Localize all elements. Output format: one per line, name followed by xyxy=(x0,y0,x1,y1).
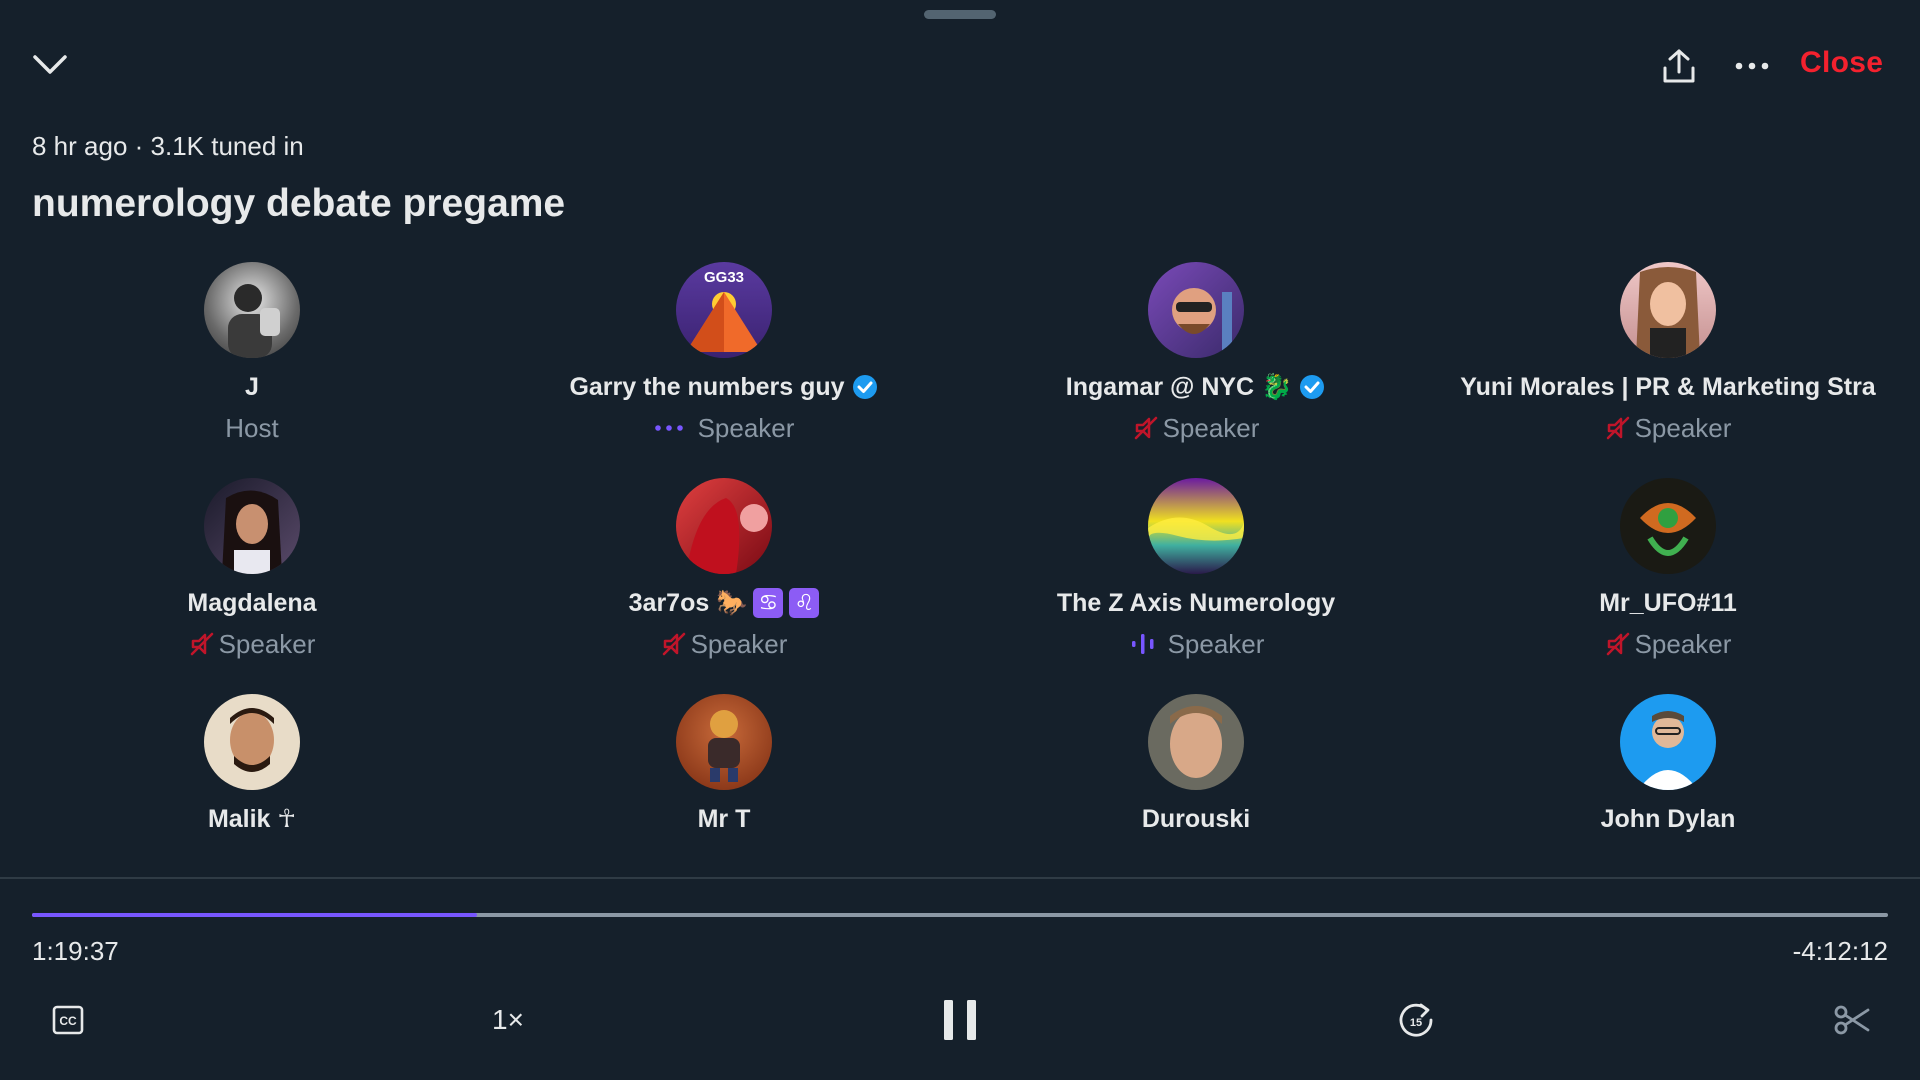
divider xyxy=(0,877,1920,879)
time-remaining: -4:12:12 xyxy=(1792,936,1888,966)
avatar xyxy=(204,262,300,358)
avatar xyxy=(1148,694,1244,790)
avatar: GG33 xyxy=(676,262,772,358)
avatar xyxy=(1148,262,1244,358)
more-dots-icon xyxy=(1735,62,1769,70)
participant-name: Ingamar @ NYC 🐉 xyxy=(1065,373,1293,401)
mic-muted-icon xyxy=(1606,416,1629,440)
participants-grid: J Host GG33 Garry the numbers guy Speake… xyxy=(0,262,1920,862)
participant-role: Speaker xyxy=(697,413,795,443)
avatar xyxy=(1148,478,1244,574)
participant-role: Speaker xyxy=(1167,629,1265,659)
participant-role: Speaker xyxy=(690,629,788,659)
speaking-wave-icon xyxy=(1131,634,1154,654)
svg-text:15: 15 xyxy=(1410,1017,1422,1029)
verified-badge-icon xyxy=(1300,375,1325,399)
participant-magdalena[interactable]: Magdalena Speaker xyxy=(16,478,488,678)
mic-muted-icon xyxy=(662,632,685,656)
zodiac-badge-cancer: ♋ xyxy=(753,588,784,618)
skip-forward-15-button[interactable]: 15 xyxy=(1390,994,1442,1046)
participant-garry[interactable]: GG33 Garry the numbers guy Speaker xyxy=(488,262,960,462)
captions-button[interactable]: CC xyxy=(44,996,92,1044)
participant-yuni[interactable]: Yuni Morales | PR & Marketing Stra Speak… xyxy=(1432,262,1904,462)
participant-name: John Dylan xyxy=(1600,805,1736,833)
closed-captions-icon: CC xyxy=(52,1005,84,1035)
participant-john-dylan[interactable]: John Dylan xyxy=(1432,694,1904,862)
participant-name: Yuni Morales | PR & Marketing Stra xyxy=(1460,373,1876,401)
participant-role: Speaker xyxy=(1634,629,1732,659)
chevron-down-icon xyxy=(33,55,67,74)
participant-name: Garry the numbers guy xyxy=(569,373,845,401)
top-bar: Close xyxy=(0,0,1920,130)
avatar xyxy=(204,694,300,790)
participant-z-axis[interactable]: The Z Axis Numerology Speaker xyxy=(960,478,1432,678)
avatar xyxy=(1620,694,1716,790)
participant-durouski[interactable]: Durouski xyxy=(960,694,1432,862)
more-options-button[interactable] xyxy=(1728,44,1776,88)
progress-scrubber[interactable] xyxy=(32,913,1888,917)
mic-muted-icon xyxy=(1134,416,1157,440)
scissors-icon xyxy=(1834,1005,1870,1035)
close-button[interactable]: Close xyxy=(1800,46,1883,80)
mic-muted-icon xyxy=(1606,632,1629,656)
participant-name: J xyxy=(245,373,259,401)
progress-fill xyxy=(32,913,478,917)
clip-button[interactable] xyxy=(1828,996,1876,1044)
participant-name: Mr T xyxy=(697,805,751,833)
playback-speed-button[interactable]: 1× xyxy=(478,998,538,1042)
avatar-text: GG33 xyxy=(704,269,744,286)
participant-name: Magdalena xyxy=(187,589,317,617)
pause-icon xyxy=(944,1000,976,1040)
pause-button[interactable] xyxy=(936,992,984,1048)
participant-mr-t[interactable]: Mr T xyxy=(488,694,960,862)
space-meta: 8 hr ago · 3.1K tuned in xyxy=(32,131,304,161)
participant-name: The Z Axis Numerology xyxy=(1056,589,1336,617)
collapse-button[interactable] xyxy=(28,45,72,85)
participant-name: Mr_UFO#11 xyxy=(1599,589,1737,617)
participant-malik[interactable]: Malik ☥ xyxy=(16,694,488,862)
participant-name: 3ar7os 🐎 xyxy=(628,589,748,617)
participant-role: Speaker xyxy=(218,629,316,659)
space-title: numerology debate pregame xyxy=(32,182,566,225)
participant-3ar7os[interactable]: 3ar7os 🐎 ♋ ♌ Speaker xyxy=(488,478,960,678)
mic-muted-icon xyxy=(190,632,213,656)
participant-j[interactable]: J Host xyxy=(16,262,488,462)
share-icon xyxy=(1663,49,1695,83)
participant-name: Durouski xyxy=(1141,805,1251,833)
verified-badge-icon xyxy=(852,375,877,399)
time-elapsed: 1:19:37 xyxy=(32,936,119,966)
avatar xyxy=(676,694,772,790)
participant-role: Host xyxy=(225,413,279,443)
share-button[interactable] xyxy=(1654,44,1704,88)
avatar xyxy=(204,478,300,574)
participant-role: Speaker xyxy=(1162,413,1260,443)
avatar xyxy=(1620,478,1716,574)
svg-text:CC: CC xyxy=(59,1014,77,1028)
skip-forward-15-icon: 15 xyxy=(1399,1003,1433,1037)
participant-ingamar[interactable]: Ingamar @ NYC 🐉 Speaker xyxy=(960,262,1432,462)
participant-name: Malik ☥ xyxy=(207,805,297,833)
avatar xyxy=(676,478,772,574)
avatar xyxy=(1620,262,1716,358)
zodiac-badge-leo: ♌ xyxy=(789,588,820,618)
participant-role: Speaker xyxy=(1634,413,1732,443)
typing-dots-icon xyxy=(654,425,683,431)
participant-mr-ufo[interactable]: Mr_UFO#11 Speaker xyxy=(1432,478,1904,678)
